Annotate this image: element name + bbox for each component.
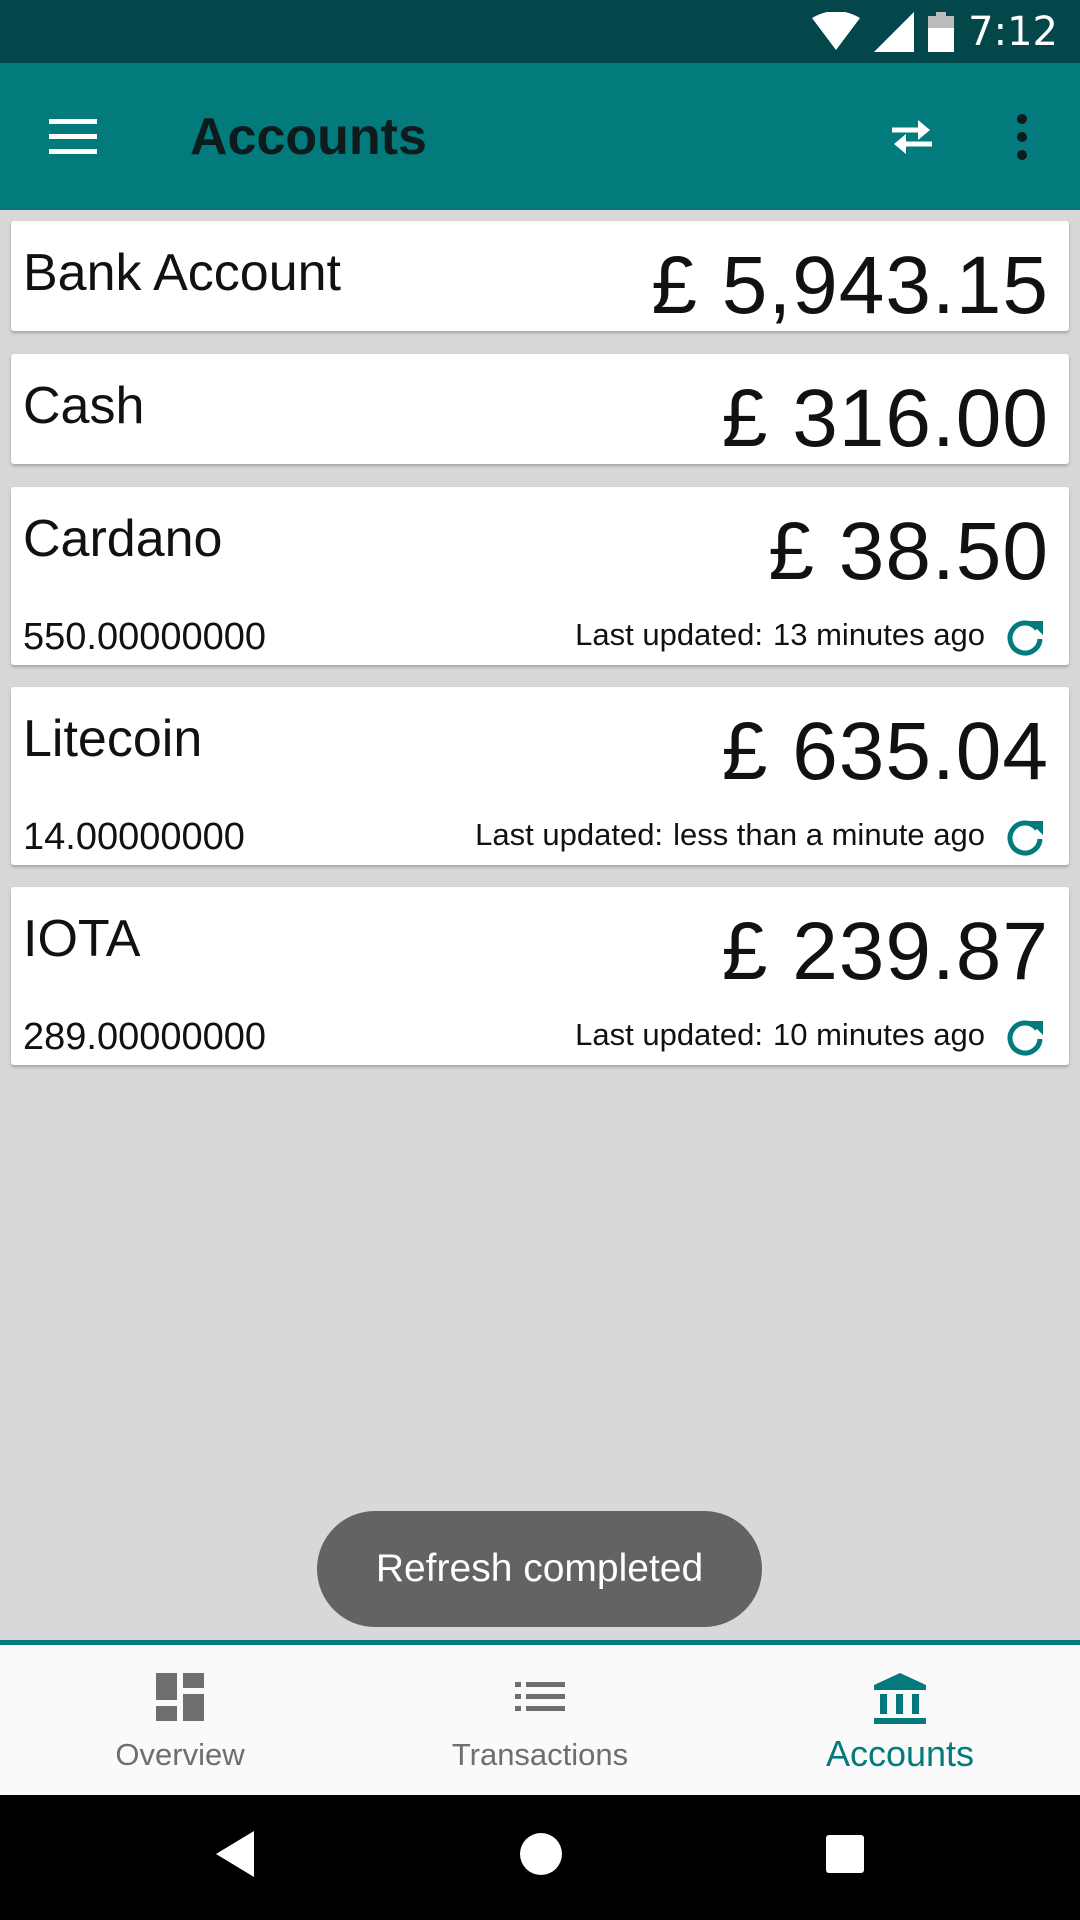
bank-icon [874, 1673, 926, 1730]
account-card-bank-account[interactable]: Bank Account £ 5,943.15 [11, 221, 1069, 331]
toast-message: Refresh completed [317, 1511, 762, 1627]
accounts-screen: 7:12 Accounts Bank Account £ 5,943.15 Ca… [0, 0, 1080, 1920]
nav-item-overview[interactable]: Overview [0, 1645, 360, 1795]
nav-item-transactions[interactable]: Transactions [360, 1645, 720, 1795]
account-card-cash[interactable]: Cash £ 316.00 [11, 354, 1069, 464]
account-balance: £ 316.00 [721, 373, 1049, 464]
nav-label: Overview [115, 1737, 245, 1772]
account-balance: £ 635.04 [721, 706, 1049, 797]
nav-label: Transactions [451, 1737, 629, 1772]
account-card-cardano[interactable]: Cardano £ 38.50 550.00000000 Last update… [11, 487, 1069, 665]
last-updated: Last updated: less than a minute ago [475, 817, 985, 852]
account-quantity: 14.00000000 [23, 816, 245, 858]
refresh-icon[interactable] [1005, 617, 1045, 657]
last-updated: Last updated: 10 minutes ago [575, 1017, 985, 1052]
back-icon[interactable] [214, 1829, 256, 1884]
account-balance: £ 38.50 [768, 506, 1049, 597]
app-bar: Accounts [0, 63, 1080, 210]
account-balance: £ 5,943.15 [651, 240, 1049, 331]
account-quantity: 550.00000000 [23, 616, 267, 658]
account-name: Bank Account [23, 244, 341, 302]
account-card-iota[interactable]: IOTA £ 239.87 289.00000000 Last updated:… [11, 887, 1069, 1065]
account-name: IOTA [23, 910, 141, 968]
home-icon[interactable] [518, 1829, 564, 1884]
account-name: Cash [23, 377, 145, 435]
page-title: Accounts [190, 108, 427, 166]
account-balance: £ 239.87 [721, 906, 1049, 997]
wifi-icon [812, 11, 861, 52]
swap-arrows-icon[interactable] [884, 109, 940, 165]
system-navigation-bar [0, 1795, 1080, 1920]
bottom-navigation: Overview Transactions Accounts [0, 1640, 1080, 1795]
battery-icon [928, 11, 955, 52]
account-quantity: 289.00000000 [23, 1016, 267, 1058]
dashboard-icon [156, 1673, 204, 1726]
menu-icon[interactable] [46, 115, 102, 159]
recents-icon[interactable] [824, 1829, 866, 1884]
account-card-litecoin[interactable]: Litecoin £ 635.04 14.00000000 Last updat… [11, 687, 1069, 865]
last-updated: Last updated: 13 minutes ago [575, 617, 985, 652]
status-bar: 7:12 [0, 0, 1080, 63]
refresh-icon[interactable] [1005, 1017, 1045, 1057]
account-name: Litecoin [23, 710, 203, 768]
refresh-icon[interactable] [1005, 817, 1045, 857]
status-time: 7:12 [968, 8, 1058, 55]
account-name: Cardano [23, 510, 223, 568]
signal-icon [874, 11, 915, 52]
more-vert-icon[interactable] [1002, 107, 1042, 167]
nav-label: Accounts [825, 1733, 975, 1774]
nav-item-accounts[interactable]: Accounts [720, 1645, 1080, 1795]
list-icon [515, 1673, 565, 1726]
